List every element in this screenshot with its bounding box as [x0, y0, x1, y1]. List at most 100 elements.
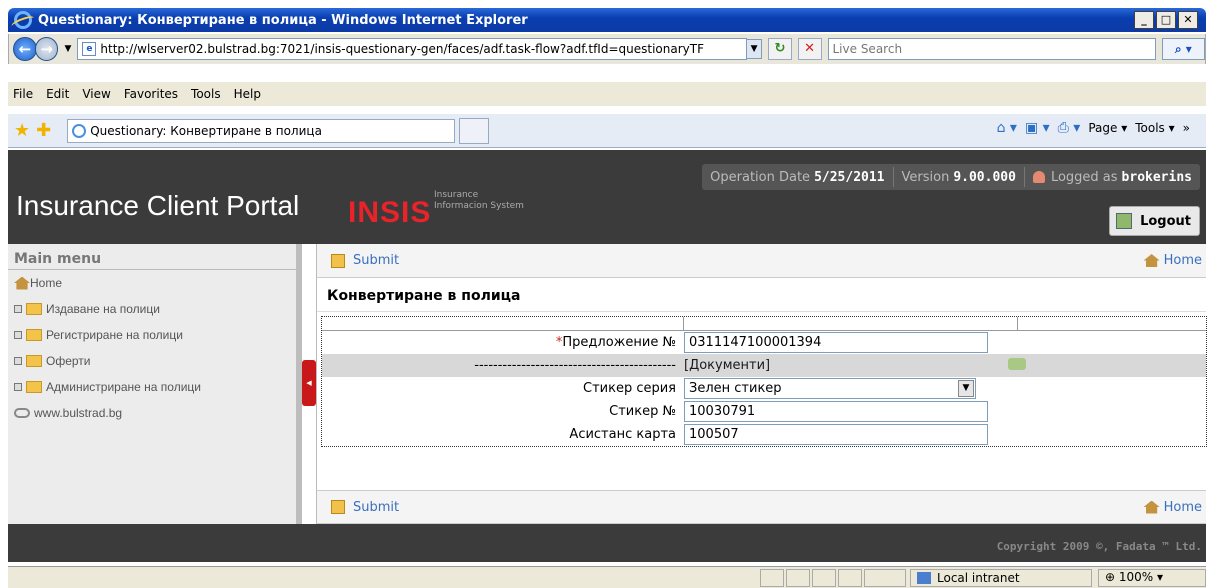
user-icon: [1032, 171, 1045, 183]
chevron-right-icon[interactable]: »: [1183, 121, 1190, 135]
main-menu-title: Main menu: [8, 244, 296, 270]
proposal-input[interactable]: 0311147100001394: [684, 332, 988, 353]
sidebar-item-issue-policies[interactable]: Издаване на полици: [8, 296, 296, 322]
search-input[interactable]: Live Search: [827, 38, 1156, 60]
page-title: Конвертиране в полица: [317, 278, 1206, 312]
intranet-icon: [917, 571, 931, 584]
home-link-bottom[interactable]: Home: [1143, 500, 1202, 515]
collapse-sidebar-handle[interactable]: ◀: [302, 360, 316, 406]
proposal-label: Предложение №: [562, 335, 676, 350]
sidebar-item-register-policies[interactable]: Регистриране на полици: [8, 322, 296, 348]
submit-button-bottom[interactable]: Submit: [331, 500, 399, 515]
maximize-button[interactable]: □: [1156, 11, 1176, 29]
documents-link[interactable]: [Документи]: [684, 358, 1018, 373]
main-menu-sidebar: Main menu Home Издаване на полици Регист…: [8, 244, 302, 524]
sticker-series-row: Стикер серия Зелен стикер ▼: [322, 377, 1206, 400]
menu-tools[interactable]: Tools: [191, 87, 221, 101]
documents-action-icon[interactable]: [1008, 357, 1026, 370]
menu-file[interactable]: File: [13, 87, 33, 101]
link-icon: [14, 408, 30, 418]
add-favorite-icon[interactable]: ✚: [36, 120, 51, 141]
home-icon: [1143, 500, 1160, 514]
assistance-label: Асистанс карта: [569, 427, 676, 442]
assistance-row: Асистанс карта 100507: [322, 423, 1206, 446]
portal-title: Insurance Client Portal: [16, 190, 300, 221]
feeds-icon[interactable]: ▣ ▾: [1025, 120, 1050, 136]
tab-questionary[interactable]: Questionary: Конвертиране в полица: [67, 118, 456, 143]
logout-button[interactable]: Logout: [1109, 206, 1200, 236]
conversion-form: *Предложение № 0311147100001394 --------…: [321, 316, 1207, 447]
sticker-series-label: Стикер серия: [583, 381, 676, 396]
portal-header: Insurance Client Portal INSIS Insurance I…: [8, 150, 1206, 244]
status-bar: Local intranet ⊕ 100% ▾: [8, 566, 1206, 588]
sidebar-item-administer-policies[interactable]: Администриране на полици: [8, 374, 296, 400]
page-menu[interactable]: Page ▾: [1088, 121, 1127, 135]
insis-subtitle: Insurance Informacion System: [434, 190, 524, 211]
home-icon: [1143, 254, 1160, 267]
search-button[interactable]: ⌕ ▾: [1161, 38, 1206, 60]
security-zone[interactable]: Local intranet: [910, 568, 1092, 587]
submit-icon: [331, 253, 345, 268]
sticker-no-label: Стикер №: [609, 404, 676, 419]
username: brokerins: [1121, 169, 1192, 185]
expand-icon: [14, 331, 22, 339]
menu-view[interactable]: View: [82, 87, 110, 101]
copyright-footer: Copyright 2009 ©, Fadata ™ Ltd.: [8, 524, 1206, 562]
folder-icon: [26, 355, 42, 367]
sticker-no-input[interactable]: 10030791: [684, 401, 988, 422]
zoom-control[interactable]: ⊕ 100% ▾: [1098, 568, 1206, 587]
expand-icon: [14, 383, 22, 391]
session-info: Operation Date 5/25/2011 Version 9.00.000 …: [702, 164, 1200, 190]
address-input[interactable]: e http://wlserver02.bulstrad.bg:7021/ins…: [77, 38, 748, 60]
sidebar-item-offers[interactable]: Оферти: [8, 348, 296, 374]
home-icon[interactable]: ⌂ ▾: [997, 120, 1017, 136]
submit-icon: [331, 500, 345, 514]
home-link-top[interactable]: Home: [1143, 253, 1202, 268]
version: 9.00.000: [953, 169, 1016, 185]
expand-icon: [14, 305, 22, 313]
chevron-down-icon: ▼: [958, 380, 974, 397]
folder-icon: [26, 381, 42, 393]
menu-edit[interactable]: Edit: [46, 87, 69, 101]
tools-menu[interactable]: Tools ▾: [1135, 121, 1174, 135]
close-button[interactable]: ✕: [1178, 11, 1198, 29]
folder-icon: [26, 329, 42, 341]
proposal-row: *Предложение № 0311147100001394: [322, 331, 1206, 354]
main-content: Submit Home Конвертиране в полица *Предл…: [316, 244, 1207, 524]
home-icon: [14, 276, 30, 290]
top-toolbar: Submit Home: [317, 244, 1206, 278]
bottom-toolbar: Submit Home: [317, 490, 1206, 524]
ie-tab-icon: [72, 123, 87, 138]
print-icon[interactable]: ⎙ ▾: [1058, 120, 1081, 136]
window-titlebar: Questionary: Конвертиране в полица - Win…: [0, 0, 1212, 34]
stop-button[interactable]: ✕: [797, 38, 822, 60]
recent-pages-dropdown-icon[interactable]: ▼: [64, 44, 71, 54]
sidebar-item-website[interactable]: www.bulstrad.bg: [8, 400, 296, 426]
sidebar-item-home[interactable]: Home: [8, 270, 296, 296]
forward-button[interactable]: →: [34, 37, 59, 61]
folder-icon: [26, 303, 42, 315]
menu-bar: File Edit View Favorites Tools Help: [8, 82, 1206, 106]
favorites-star-icon[interactable]: ★: [14, 120, 30, 141]
sticker-series-select[interactable]: Зелен стикер ▼: [684, 378, 976, 399]
menu-help[interactable]: Help: [234, 87, 261, 101]
command-bar: ⌂ ▾ ▣ ▾ ⎙ ▾ Page ▾ Tools ▾ »: [997, 120, 1190, 136]
address-dropdown-icon[interactable]: ▼: [746, 39, 763, 59]
submit-button-top[interactable]: Submit: [331, 253, 399, 268]
minimize-button[interactable]: _: [1134, 11, 1154, 29]
page-icon: e: [82, 42, 97, 56]
ie-logo-icon: [14, 11, 32, 29]
refresh-button[interactable]: ↻: [768, 38, 792, 60]
expand-icon: [14, 357, 22, 365]
new-tab-button[interactable]: [459, 117, 490, 144]
sticker-no-row: Стикер № 10030791: [322, 400, 1206, 423]
operation-date: 5/25/2011: [814, 169, 885, 185]
menu-favorites[interactable]: Favorites: [124, 87, 178, 101]
logout-icon: [1116, 213, 1133, 229]
back-button[interactable]: ←: [13, 37, 37, 61]
documents-row: ----------------------------------------…: [322, 354, 1206, 377]
address-toolbar: ← → ▼ e http://wlserver02.bulstrad.bg:70…: [8, 34, 1206, 64]
assistance-input[interactable]: 100507: [684, 424, 988, 445]
window-title: Questionary: Конвертиране в полица - Win…: [38, 12, 528, 28]
insis-logo: INSIS: [348, 196, 432, 229]
